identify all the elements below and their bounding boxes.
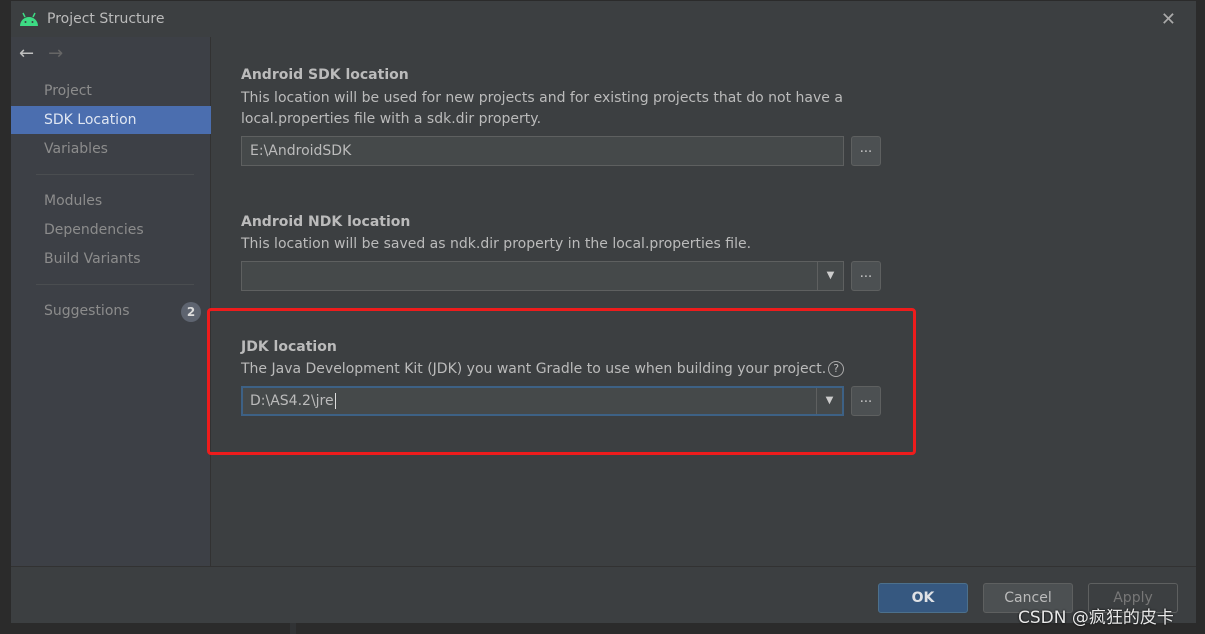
suggestions-count-badge: 2 (181, 302, 201, 322)
sdk-section-description: This location will be used for new proje… (241, 90, 843, 127)
sidebar-item-modules[interactable]: Modules (11, 187, 211, 215)
project-structure-dialog: Project Structure ✕ ← → Project SDK Locat… (10, 0, 1197, 623)
sdk-location-input[interactable]: E:\AndroidSDK (241, 136, 844, 166)
sidebar: ← → Project SDK Location Variables Module… (11, 37, 211, 566)
ndk-location-combobox[interactable]: ▼ (241, 261, 844, 291)
sidebar-item-variables[interactable]: Variables (11, 135, 211, 163)
chevron-down-icon[interactable]: ▼ (817, 262, 843, 290)
sidebar-item-label: Project (44, 83, 92, 99)
divider (36, 284, 194, 285)
ok-button[interactable]: OK (878, 583, 968, 613)
sdk-browse-button[interactable]: ... (851, 136, 881, 166)
sidebar-item-build-variants[interactable]: Build Variants (11, 245, 211, 273)
sidebar-item-suggestions[interactable]: Suggestions 2 (11, 297, 211, 325)
sidebar-item-label: Variables (44, 141, 108, 157)
sidebar-item-label: Suggestions (44, 303, 130, 319)
title-bar: Project Structure ✕ (11, 1, 1196, 37)
sidebar-item-label: Dependencies (44, 222, 144, 238)
divider (36, 174, 194, 175)
ndk-section-title: Android NDK location (241, 214, 411, 230)
sidebar-item-project[interactable]: Project (11, 77, 211, 105)
highlight-annotation-box (207, 308, 916, 455)
sidebar-item-dependencies[interactable]: Dependencies (11, 216, 211, 244)
ndk-browse-button[interactable]: ... (851, 261, 881, 291)
sidebar-item-label: SDK Location (44, 112, 137, 128)
sdk-section-title: Android SDK location (241, 67, 409, 83)
forward-arrow-icon[interactable]: → (48, 43, 63, 64)
sidebar-item-label: Build Variants (44, 251, 141, 267)
close-icon[interactable]: ✕ (1161, 9, 1176, 30)
window-title: Project Structure (47, 11, 165, 27)
sidebar-item-sdk-location[interactable]: SDK Location (11, 106, 211, 134)
watermark: CSDN @疯狂的皮卡 (1018, 608, 1174, 628)
ndk-section-description: This location will be saved as ndk.dir p… (241, 236, 752, 252)
sidebar-item-label: Modules (44, 193, 103, 209)
android-icon (20, 12, 38, 26)
back-arrow-icon[interactable]: ← (19, 43, 34, 64)
